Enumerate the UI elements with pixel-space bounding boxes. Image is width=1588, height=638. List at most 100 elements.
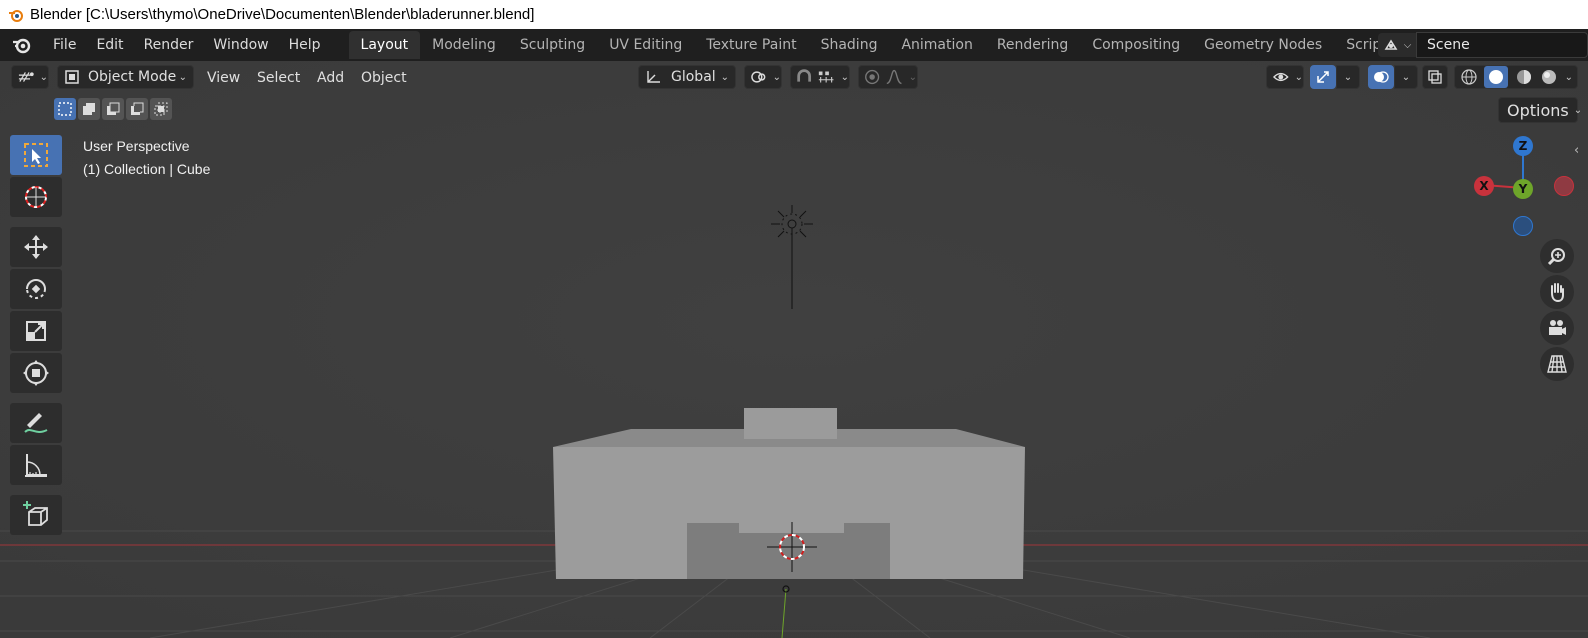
overlays-dropdown[interactable]: ⌄ (1394, 65, 1418, 89)
rendered-shading-icon[interactable] (1539, 67, 1559, 87)
orientation-axes-icon (647, 71, 660, 83)
move-tool[interactable] (10, 227, 62, 267)
select-subtract-icon[interactable] (102, 98, 124, 120)
shading-mode-group: ⌄ (1454, 65, 1578, 89)
transform-tool[interactable] (10, 353, 62, 393)
z-axis-ball[interactable]: Z (1513, 136, 1533, 156)
select-intersect-icon[interactable] (150, 98, 172, 120)
sidebar-toggle-icon[interactable]: ‹ (1574, 143, 1579, 158)
chevron-down-icon[interactable]: ⌄ (841, 72, 849, 83)
overlays-toggle-button[interactable] (1368, 65, 1394, 89)
chevron-down-icon: ⌄ (720, 71, 729, 83)
pivot-icon (751, 71, 766, 83)
scale-tool[interactable] (10, 311, 62, 351)
pan-button[interactable] (1540, 275, 1574, 309)
y-axis-ball[interactable]: Y (1513, 179, 1533, 199)
menu-view[interactable]: View (198, 67, 249, 89)
material-preview-icon[interactable] (1514, 67, 1534, 87)
chevron-down-icon: ⌄ (772, 71, 781, 83)
overlays-icon (1374, 71, 1389, 83)
add-cube-tool[interactable] (10, 495, 62, 535)
gizmo-group: ⌄ (1310, 65, 1360, 89)
neg-x-axis-ball[interactable] (1554, 176, 1574, 196)
xray-toggle-button[interactable] (1422, 65, 1448, 89)
xray-icon (1428, 70, 1442, 84)
measure-tool[interactable] (10, 445, 62, 485)
select-new-icon[interactable] (54, 98, 76, 120)
navigation-gizmo[interactable]: Z X Y (1460, 133, 1574, 236)
viewport-header: ⌄ Object Mode ⌄ View Select Add Object G… (0, 61, 1588, 94)
tab-uv-editing[interactable]: UV Editing (597, 31, 694, 59)
menu-object[interactable]: Object (352, 67, 416, 89)
transform-orientation-selector[interactable]: Global ⌄ (638, 65, 736, 89)
snap-increment-icon[interactable] (817, 68, 835, 86)
measure-icon (25, 454, 47, 477)
wireframe-shading-icon[interactable] (1459, 67, 1479, 87)
tab-compositing[interactable]: Compositing (1080, 31, 1192, 59)
move-icon (24, 235, 48, 259)
tab-texture-paint[interactable]: Texture Paint (694, 31, 808, 59)
rotate-icon (26, 279, 46, 299)
tab-geometry-nodes[interactable]: Geometry Nodes (1192, 31, 1334, 59)
workspace-tabs: Layout Modeling Sculpting UV Editing Tex… (348, 31, 1456, 60)
chevron-down-icon: ⌄ (1401, 71, 1411, 83)
y-axis-label: Y (1518, 182, 1528, 196)
scene-name-field[interactable]: Scene (1416, 32, 1588, 58)
x-axis-ball[interactable]: X (1474, 176, 1494, 196)
editor-type-button[interactable]: ⌄ (11, 65, 49, 89)
window-title: Blender [C:\Users\thymo\OneDrive\Documen… (30, 6, 535, 23)
solid-shading-button[interactable] (1484, 66, 1509, 88)
tab-modeling[interactable]: Modeling (420, 31, 508, 59)
rotate-tool[interactable] (10, 269, 62, 309)
chevron-down-icon[interactable]: ⌄ (909, 72, 917, 83)
menu-select[interactable]: Select (248, 67, 309, 89)
cursor-tool[interactable] (10, 177, 62, 217)
blender-menu-icon[interactable] (11, 34, 33, 56)
options-button[interactable]: Options ⌄ (1498, 97, 1582, 123)
select-difference-icon[interactable] (126, 98, 148, 120)
perspective-toggle-button[interactable] (1540, 347, 1574, 381)
zoom-icon (1547, 248, 1565, 266)
pivot-point-selector[interactable]: ⌄ (744, 65, 782, 89)
options-label: Options (1507, 100, 1569, 120)
select-extend-icon[interactable] (78, 98, 100, 120)
tool-shelf (10, 135, 62, 537)
tab-sculpting[interactable]: Sculpting (508, 31, 597, 59)
menu-edit[interactable]: Edit (86, 34, 133, 56)
proportional-edit-icon[interactable] (863, 68, 881, 86)
camera-view-button[interactable] (1540, 311, 1574, 345)
tab-animation[interactable]: Animation (889, 31, 984, 59)
mode-selector[interactable]: Object Mode ⌄ (57, 65, 194, 89)
scale-icon (26, 321, 46, 341)
chevron-down-icon: ⌄ (1343, 71, 1353, 83)
gizmo-dropdown[interactable]: ⌄ (1336, 65, 1360, 89)
tab-rendering[interactable]: Rendering (985, 31, 1081, 59)
menu-render[interactable]: Render (134, 34, 204, 56)
annotate-tool[interactable] (10, 403, 62, 443)
snapping-group: ⌄ (790, 65, 850, 89)
scene-browse-icon[interactable]: ⌵ (1378, 33, 1416, 57)
falloff-curve-icon[interactable] (885, 68, 903, 86)
menu-file[interactable]: File (43, 34, 86, 56)
menu-add[interactable]: Add (308, 67, 353, 89)
select-box-tool[interactable] (10, 135, 62, 175)
scene-icon (1384, 39, 1398, 50)
mode-label: Object Mode (88, 69, 177, 85)
chevron-down-icon: ⌄ (1294, 71, 1303, 83)
chevron-down-icon[interactable]: ⌄ (1565, 72, 1573, 83)
tab-layout[interactable]: Layout (348, 31, 421, 59)
menu-help[interactable]: Help (279, 34, 331, 56)
tab-shading[interactable]: Shading (809, 31, 890, 59)
neg-z-axis-ball[interactable] (1513, 216, 1533, 236)
chevron-down-icon: ⌄ (39, 71, 48, 83)
add-cube-icon (23, 501, 48, 526)
snap-magnet-icon[interactable] (795, 68, 813, 86)
viewport-scene (0, 61, 1588, 638)
chevron-down-icon: ⌄ (1573, 104, 1583, 116)
zoom-button[interactable] (1540, 239, 1574, 273)
gizmo-toggle-button[interactable] (1310, 65, 1336, 89)
menu-window[interactable]: Window (203, 34, 278, 56)
3d-viewport[interactable]: ⌄ Object Mode ⌄ View Select Add Object G… (0, 61, 1588, 638)
visibility-selector[interactable]: ⌄ (1266, 65, 1304, 89)
window-title-bar: Blender [C:\Users\thymo\OneDrive\Documen… (0, 0, 1588, 29)
